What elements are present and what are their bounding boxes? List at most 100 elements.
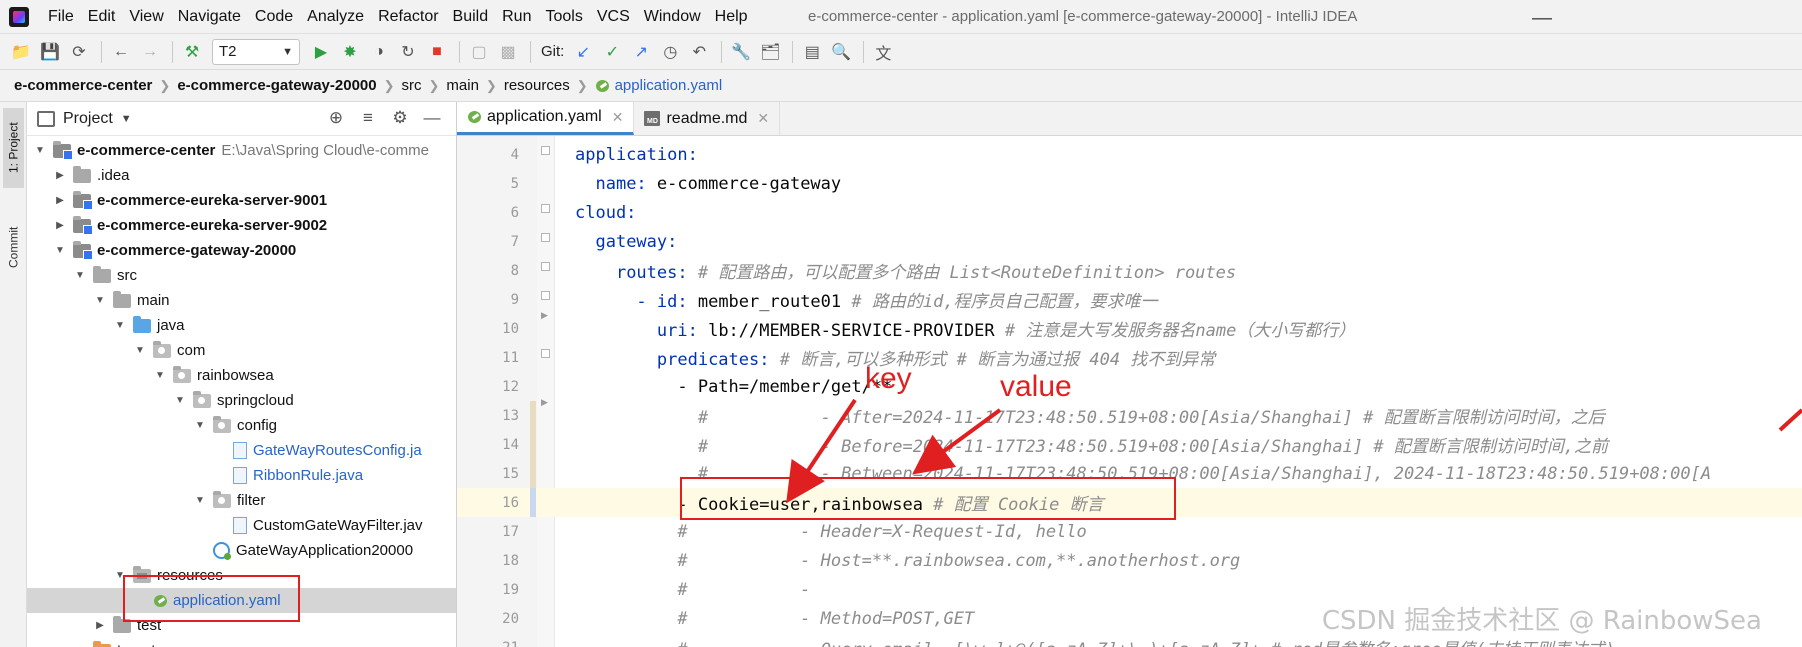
project-panel-title[interactable]: Project (63, 110, 113, 128)
chevron-right-icon[interactable]: ▶ (53, 220, 67, 231)
breadcrumb-module[interactable]: e-commerce-gateway-20000 (177, 77, 376, 94)
chevron-down-icon[interactable]: ▼ (173, 395, 187, 406)
code-line[interactable]: 5 name: e-commerce-gateway (457, 169, 1802, 198)
stop-icon[interactable]: ■ (424, 39, 450, 65)
build-hammer-icon[interactable]: ⚒ (179, 39, 205, 65)
menu-view[interactable]: View (122, 8, 170, 26)
tab-readme-md[interactable]: MD readme.md ✕ (634, 102, 781, 135)
git-history-icon[interactable]: ◷ (657, 39, 683, 65)
coverage-icon[interactable]: ◑ (366, 39, 392, 65)
menu-build[interactable]: Build (446, 8, 496, 26)
tree-item[interactable]: ▼ config (27, 413, 456, 438)
fold-expand-icon[interactable]: ▶ (541, 310, 548, 321)
translate-icon[interactable]: 文 (870, 39, 896, 65)
locate-file-icon[interactable]: ⊕ (320, 108, 352, 128)
chevron-down-icon[interactable]: ▼ (121, 113, 132, 125)
breadcrumb-main[interactable]: main (446, 77, 479, 94)
code-line[interactable]: 10 ▶ uri: lb://MEMBER-SERVICE-PROVIDER # … (457, 310, 1802, 343)
chevron-right-icon[interactable]: ▶ (53, 170, 67, 181)
fold-marker-icon[interactable] (541, 291, 550, 300)
tree-item[interactable]: ▶ .idea (27, 163, 456, 188)
menu-help[interactable]: Help (708, 8, 755, 26)
breadcrumb-src[interactable]: src (402, 77, 422, 94)
collapse-all-icon[interactable]: ≡ (352, 108, 384, 128)
sync-icon[interactable]: ⟳ (66, 39, 92, 65)
chevron-down-icon[interactable]: ▼ (73, 270, 87, 281)
fold-marker-icon[interactable] (541, 146, 550, 155)
save-all-icon[interactable]: 💾 (37, 39, 63, 65)
chevron-right-icon[interactable]: ▶ (93, 620, 107, 631)
chevron-down-icon[interactable]: ▼ (193, 420, 207, 431)
tree-item[interactable]: ▼ e-commerce-center E:\Java\Spring Cloud\e… (27, 138, 456, 163)
menu-tools[interactable]: Tools (538, 8, 589, 26)
fold-expand-icon[interactable]: ▶ (541, 397, 548, 408)
tree-item[interactable]: GateWayRoutesConfig.ja (27, 438, 456, 463)
chevron-right-icon[interactable]: ▶ (53, 195, 67, 206)
deploy-icon[interactable]: ▩ (495, 39, 521, 65)
chevron-down-icon[interactable]: ▼ (133, 345, 147, 356)
tab-application-yaml[interactable]: application.yaml ✕ (457, 102, 635, 135)
run-configuration-select[interactable]: T2 ▼ (212, 38, 300, 65)
code-line[interactable]: 13 ▶ # - After=2024-11-17T23:48:50.519+08… (457, 397, 1802, 430)
attach-icon[interactable]: ▢ (466, 39, 492, 65)
close-icon[interactable]: ✕ (757, 110, 769, 127)
terminal-icon[interactable]: ▤ (799, 39, 825, 65)
hide-panel-icon[interactable]: — (416, 108, 448, 128)
gear-icon[interactable]: ⚙ (384, 108, 416, 128)
tree-item[interactable]: ▼ e-commerce-gateway-20000 (27, 238, 456, 263)
git-rollback-icon[interactable]: ↶ (686, 39, 712, 65)
debug-icon[interactable]: ✸ (337, 39, 363, 65)
search-icon[interactable]: 🔍 (828, 39, 854, 65)
code-line[interactable]: 14 # - Before=2024-11-17T23:48:50.519+08… (457, 430, 1802, 459)
forward-icon[interactable]: → (137, 39, 163, 65)
tree-item[interactable]: ▼ src (27, 263, 456, 288)
menu-refactor[interactable]: Refactor (371, 8, 445, 26)
menu-vcs[interactable]: VCS (590, 8, 637, 26)
git-push-icon[interactable]: ↗ (628, 39, 654, 65)
code-line[interactable]: 18 # - Host=**.rainbowsea.com,**.another… (457, 546, 1802, 575)
chevron-down-icon[interactable]: ▼ (193, 495, 207, 506)
menu-code[interactable]: Code (248, 8, 300, 26)
menu-edit[interactable]: Edit (81, 8, 123, 26)
tree-item[interactable]: GateWayApplication20000 (27, 538, 456, 563)
tree-item[interactable]: ▼ main (27, 288, 456, 313)
chevron-down-icon[interactable]: ▼ (93, 295, 107, 306)
settings-wrench-icon[interactable]: 🔧 (728, 39, 754, 65)
fold-marker-icon[interactable] (541, 204, 550, 213)
close-icon[interactable]: ✕ (612, 109, 624, 126)
run-icon[interactable]: ▶ (308, 39, 334, 65)
minimize-button[interactable]: — (1532, 7, 1552, 30)
back-icon[interactable]: ← (108, 39, 134, 65)
menu-navigate[interactable]: Navigate (171, 8, 248, 26)
tree-item[interactable]: RibbonRule.java (27, 463, 456, 488)
menu-analyze[interactable]: Analyze (300, 8, 371, 26)
chevron-down-icon[interactable]: ▼ (53, 245, 67, 256)
code-line[interactable]: 12 - Path=/member/get/** (457, 372, 1802, 401)
project-structure-icon[interactable]: 🗂 (757, 39, 783, 65)
git-update-icon[interactable]: ↙ (570, 39, 596, 65)
menu-run[interactable]: Run (495, 8, 538, 26)
breadcrumb-resources[interactable]: resources (504, 77, 570, 94)
tree-item[interactable]: ▼ com (27, 338, 456, 363)
breadcrumb-file[interactable]: application.yaml (615, 77, 723, 94)
code-line[interactable]: 8 routes: # 配置路由，可以配置多个路由 List<RouteDefi… (457, 256, 1802, 285)
chevron-down-icon[interactable]: ▼ (33, 145, 47, 156)
tree-item[interactable]: ▼target (27, 638, 456, 647)
code-line[interactable]: 11 predicates: # 断言,可以多种形式 # 断言为通过报 404 … (457, 343, 1802, 372)
tree-item[interactable]: ▼ java (27, 313, 456, 338)
fold-marker-icon[interactable] (541, 262, 550, 271)
chevron-down-icon[interactable]: ▼ (153, 370, 167, 381)
tree-item[interactable]: CustomGateWayFilter.jav (27, 513, 456, 538)
git-commit-icon[interactable]: ✓ (599, 39, 625, 65)
tree-item[interactable]: ▶ e-commerce-eureka-server-9002 (27, 213, 456, 238)
breadcrumb-project[interactable]: e-commerce-center (14, 77, 152, 94)
profile-icon[interactable]: ↻ (395, 39, 421, 65)
tree-item[interactable]: ▼ rainbowsea (27, 363, 456, 388)
menu-file[interactable]: File (41, 8, 81, 26)
code-line[interactable]: 4 application: (457, 140, 1802, 169)
tree-item[interactable]: ▶ e-commerce-eureka-server-9001 (27, 188, 456, 213)
code-line[interactable]: 17 # - Header=X-Request-Id, hello (457, 517, 1802, 546)
tree-item[interactable]: ▼ filter (27, 488, 456, 513)
code-line[interactable]: 9 - id: member_route01 # 路由的id,程序员自己配置，要… (457, 285, 1802, 314)
project-tool-tab[interactable]: 1: Project (3, 108, 24, 188)
